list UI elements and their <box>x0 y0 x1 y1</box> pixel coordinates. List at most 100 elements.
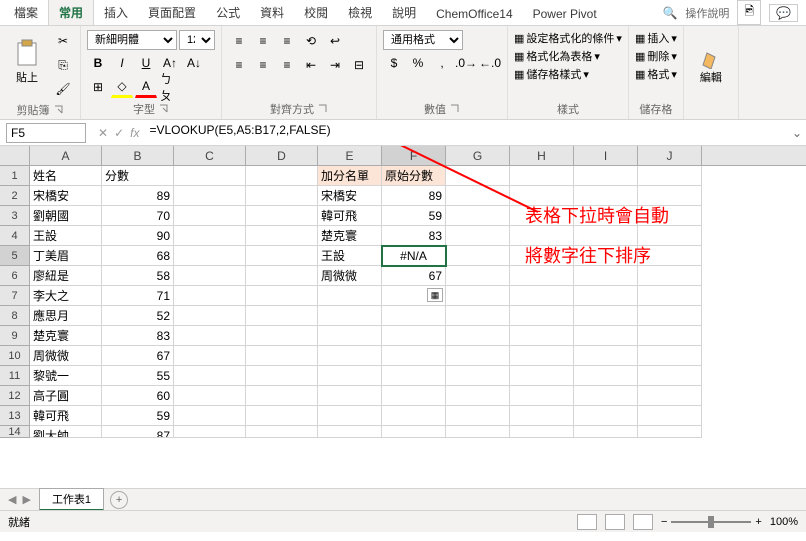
grid: A B C D E F G H I J 1姓名分數加分名單原始分數 2宋橋安89… <box>0 146 806 510</box>
merge-cells[interactable]: ⊟ <box>348 54 370 76</box>
tab-view[interactable]: 檢視 <box>338 0 382 25</box>
group-number: 通用格式 $ % , .0→ ←.0 數值 <box>377 26 508 119</box>
comma[interactable]: , <box>431 52 453 74</box>
increase-indent[interactable]: ⇥ <box>324 54 346 76</box>
zoom-level[interactable]: 100% <box>770 516 798 528</box>
col-header[interactable]: A <box>30 146 102 165</box>
tell-me[interactable]: 操作說明 <box>685 5 729 21</box>
cell-styles[interactable]: ▦ 儲存格樣式 ▾ <box>514 66 622 82</box>
align-middle[interactable]: ≡ <box>252 30 274 52</box>
col-header[interactable]: I <box>574 146 638 165</box>
decrease-font[interactable]: A↓ <box>183 52 205 74</box>
tab-chem[interactable]: ChemOffice14 <box>426 3 522 25</box>
page-break-view[interactable] <box>633 514 653 530</box>
font-size-select[interactable]: 12 <box>179 30 215 50</box>
expand-formula-bar[interactable]: ⌄ <box>788 126 806 140</box>
sheet-nav-next[interactable]: ▶ <box>22 493 30 506</box>
select-all[interactable] <box>0 146 30 165</box>
tab-file[interactable]: 檔案 <box>4 0 48 25</box>
align-center[interactable]: ≡ <box>252 54 274 76</box>
phonetic[interactable]: ㄅㄆ <box>159 76 181 98</box>
fx-icon[interactable]: fx <box>130 126 139 140</box>
tab-insert[interactable]: 插入 <box>94 0 138 25</box>
dialog-launcher-icon[interactable] <box>54 105 64 115</box>
formula-input[interactable]: =VLOOKUP(E5,A5:B17,2,FALSE) <box>145 123 788 143</box>
normal-view[interactable] <box>577 514 597 530</box>
border-button[interactable]: ⊞ <box>87 76 109 98</box>
cancel-icon[interactable]: ✕ <box>98 126 108 140</box>
increase-decimal[interactable]: .0→ <box>455 52 477 74</box>
copy-button[interactable]: ⎘ <box>52 54 74 76</box>
status-ready: 就緒 <box>8 514 30 530</box>
align-right[interactable]: ≡ <box>276 54 298 76</box>
insert-cells[interactable]: ▦ 插入 ▾ <box>635 30 677 46</box>
enter-icon[interactable]: ✓ <box>114 126 124 140</box>
tab-review[interactable]: 校閱 <box>294 0 338 25</box>
decrease-decimal[interactable]: ←.0 <box>479 52 501 74</box>
tab-home[interactable]: 常用 <box>48 0 94 25</box>
group-clipboard: 貼上 ✂ ⎘ 🖌 剪貼簿 <box>0 26 81 119</box>
col-header[interactable]: D <box>246 146 318 165</box>
format-painter[interactable]: 🖌 <box>52 78 74 100</box>
format-as-table[interactable]: ▦ 格式化為表格 ▾ <box>514 48 622 64</box>
dialog-launcher-icon[interactable] <box>159 104 169 114</box>
font-name-select[interactable]: 新細明體 <box>87 30 177 50</box>
name-box[interactable]: F5 <box>6 123 86 143</box>
ribbon-tabs: 檔案 常用 插入 頁面配置 公式 資料 校閱 檢視 說明 ChemOffice1… <box>0 0 806 26</box>
percent[interactable]: % <box>407 52 429 74</box>
cut-button[interactable]: ✂ <box>52 30 74 52</box>
tab-help[interactable]: 說明 <box>382 0 426 25</box>
dialog-launcher-icon[interactable] <box>450 104 460 114</box>
wrap-text[interactable]: ↩ <box>324 30 346 52</box>
active-cell[interactable]: #N/A <box>382 246 446 266</box>
align-bottom[interactable]: ≡ <box>276 30 298 52</box>
font-color[interactable]: A <box>135 76 157 98</box>
col-header[interactable]: E <box>318 146 382 165</box>
col-header[interactable]: J <box>638 146 702 165</box>
align-top[interactable]: ≡ <box>228 30 250 52</box>
zoom-slider[interactable]: − + <box>661 516 762 528</box>
pencil-icon <box>701 39 721 69</box>
fill-color[interactable]: ◇ <box>111 76 133 98</box>
editing-button[interactable]: 編輯 <box>690 30 732 94</box>
bold-button[interactable]: B <box>87 52 109 74</box>
col-header[interactable]: G <box>446 146 510 165</box>
group-alignment: ≡ ≡ ≡ ⟲ ↩ ≡ ≡ ≡ ⇤ ⇥ ⊟ 對齊方式 <box>222 26 377 119</box>
paste-button[interactable]: 貼上 <box>6 30 48 94</box>
zoom-in[interactable]: + <box>755 516 761 528</box>
formula-bar: F5 ✕ ✓ fx =VLOOKUP(E5,A5:B17,2,FALSE) ⌄ <box>0 120 806 146</box>
dialog-launcher-icon[interactable] <box>318 104 328 114</box>
col-header[interactable]: F <box>382 146 446 165</box>
tab-data[interactable]: 資料 <box>250 0 294 25</box>
col-header[interactable]: C <box>174 146 246 165</box>
orientation[interactable]: ⟲ <box>300 30 322 52</box>
share-button[interactable]: 🖻 <box>737 0 761 25</box>
comments-button[interactable]: 💬 <box>769 4 798 22</box>
align-left[interactable]: ≡ <box>228 54 250 76</box>
italic-button[interactable]: I <box>111 52 133 74</box>
sheet-nav-prev[interactable]: ◀ <box>8 493 16 506</box>
tab-formula[interactable]: 公式 <box>206 0 250 25</box>
conditional-format[interactable]: ▦ 設定格式化的條件 ▾ <box>514 30 622 46</box>
underline-button[interactable]: U <box>135 52 157 74</box>
tab-pivot[interactable]: Power Pivot <box>523 3 607 25</box>
format-cells[interactable]: ▦ 格式 ▾ <box>635 66 677 82</box>
add-sheet-button[interactable]: + <box>110 491 128 509</box>
ribbon: 貼上 ✂ ⎘ 🖌 剪貼簿 新細明體 12 B I U A↑ A↓ ⊞ <box>0 26 806 120</box>
decrease-indent[interactable]: ⇤ <box>300 54 322 76</box>
search-icon[interactable]: 🔍 <box>662 6 677 20</box>
page-layout-view[interactable] <box>605 514 625 530</box>
currency[interactable]: $ <box>383 52 405 74</box>
col-header[interactable]: H <box>510 146 574 165</box>
autofill-options-icon[interactable]: ▦ <box>427 288 443 302</box>
delete-cells[interactable]: ▦ 刪除 ▾ <box>635 48 677 64</box>
col-header[interactable]: B <box>102 146 174 165</box>
tab-layout[interactable]: 頁面配置 <box>138 0 206 25</box>
number-format-select[interactable]: 通用格式 <box>383 30 463 50</box>
column-headers: A B C D E F G H I J <box>0 146 806 166</box>
zoom-out[interactable]: − <box>661 516 667 528</box>
sheet-tab[interactable]: 工作表1 <box>39 488 104 510</box>
status-bar: 就緒 − + 100% <box>0 510 806 532</box>
grid-body[interactable]: 1姓名分數加分名單原始分數 2宋橋安89宋橋安89 3劉朝國70韓可飛59 4王… <box>0 166 806 438</box>
clipboard-icon <box>14 39 40 69</box>
